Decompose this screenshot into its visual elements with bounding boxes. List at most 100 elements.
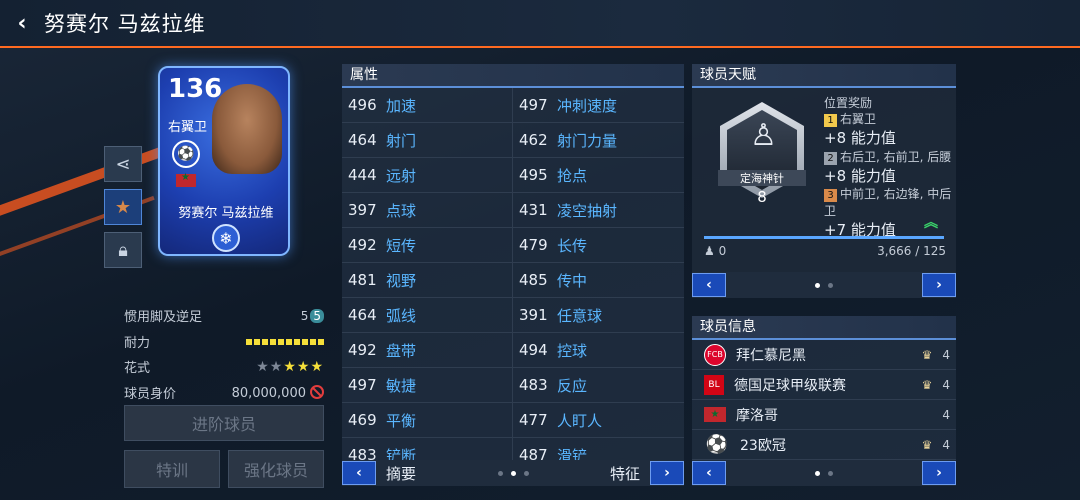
lock-icon: 🔒︎ (118, 239, 128, 261)
value-amount: 80,000,000 (232, 384, 324, 401)
attribute-cell: 477 人盯人 (513, 403, 684, 437)
foot-left-value: 5 (300, 308, 309, 323)
favorite-button[interactable]: ★ (104, 189, 142, 225)
attribute-row: 469 平衡 477 人盯人 (342, 403, 684, 438)
attribute-name: 任意球 (557, 306, 603, 325)
attribute-value: 397 (348, 201, 377, 219)
league-row[interactable]: BL 德国足球甲级联赛 ♛ 4 (692, 370, 956, 400)
club-row[interactable]: FCB 拜仁慕尼黑 ♛ 4 (692, 340, 956, 370)
crown-icon: ♛ (921, 437, 933, 452)
season-name: 23欧冠 (740, 437, 786, 454)
talent-panel: ♙ 定海神针 8 位置奖励 1 右翼卫 +8 能力值 2 右后卫, 右前卫, 后腰 … (692, 88, 956, 272)
back-button[interactable]: ‹ (0, 0, 44, 47)
enhance-player-button[interactable]: 强化球员 (228, 450, 324, 488)
attribute-cell: 444 远射 (342, 158, 513, 192)
attribute-row: 492 短传 479 长传 (342, 228, 684, 263)
page-dot (497, 470, 503, 476)
progress-left-value: 0 (718, 244, 727, 258)
bonus-value: +8 能力值 (824, 167, 896, 185)
club-count: 4 (942, 347, 950, 362)
attribute-name: 传中 (557, 271, 588, 290)
attribute-name: 冲刺速度 (557, 96, 618, 115)
attribute-value: 444 (348, 166, 377, 184)
attributes-prev-button[interactable]: ‹ (342, 461, 376, 485)
attribute-cell: 495 抢点 (513, 158, 684, 192)
talent-prev-button[interactable]: ‹ (692, 273, 726, 297)
attribute-value: 497 (519, 96, 548, 114)
foot-right-value: 5 (310, 308, 324, 323)
attribute-value: 462 (519, 131, 548, 149)
position-bonus-title: 位置奖励 (824, 96, 873, 110)
morocco-flag-icon: ★ (704, 407, 726, 422)
traits-tab[interactable]: 特征 (610, 463, 640, 484)
attribute-cell: 481 视野 (342, 263, 513, 297)
attribute-name: 人盯人 (557, 411, 603, 430)
info-next-button[interactable]: › (922, 461, 956, 485)
season-right: ♛ 4 (922, 438, 950, 452)
bundesliga-icon: BL (704, 374, 724, 395)
attribute-value: 391 (519, 306, 548, 324)
summary-tab[interactable]: 摘要 (386, 463, 416, 484)
share-button[interactable]: ⋖ (104, 146, 142, 182)
attribute-row: 464 射门 462 射门力量 (342, 123, 684, 158)
nation-right: 4 (942, 408, 950, 422)
top-bar: ‹ 努赛尔 马兹拉维 (0, 0, 1080, 48)
attribute-name: 凌空抽射 (557, 201, 618, 220)
attribute-value: 483 (519, 376, 548, 394)
attribute-row: 444 远射 495 抢点 (342, 158, 684, 193)
attribute-row: 397 点球 431 凌空抽射 (342, 193, 684, 228)
bonus-positions: 右翼卫 (840, 112, 877, 126)
info-prev-button[interactable]: ‹ (692, 461, 726, 485)
attribute-name: 短传 (386, 236, 417, 255)
page-dot (815, 282, 820, 288)
talent-pager: ‹ › (692, 272, 956, 298)
attribute-cell: 497 冲刺速度 (513, 88, 684, 122)
attribute-value: 485 (519, 271, 548, 289)
attributes-header: 属性 (342, 64, 684, 88)
talent-next-button[interactable]: › (922, 273, 956, 297)
season-row[interactable]: ⚽ 23欧冠 ♛ 4 (692, 430, 956, 460)
attributes-pager: ‹ 摘要 特征 › (342, 460, 684, 486)
nation-row[interactable]: ★ 摩洛哥 4 (692, 400, 956, 430)
chevron-right-icon: › (664, 465, 670, 481)
lock-button[interactable]: 🔒︎ (104, 232, 142, 268)
back-arrow-icon: ‹ (17, 10, 27, 36)
attribute-cell: 397 点球 (342, 193, 513, 227)
page-dot (523, 470, 529, 476)
attribute-name: 远射 (386, 166, 417, 185)
league-name: 德国足球甲级联赛 (734, 377, 846, 394)
talent-badge-level: 8 (757, 188, 767, 206)
attribute-row: 481 视野 485 传中 (342, 263, 684, 298)
player-value-row: 球员身价 80,000,000 (124, 383, 324, 402)
value-label: 球员身价 (124, 387, 177, 402)
attribute-cell: 483 反应 (513, 368, 684, 402)
chevron-left-icon: ‹ (706, 465, 712, 481)
page-dots (811, 282, 837, 288)
level-up-icon: ︽ (924, 215, 938, 231)
attribute-cell: 494 控球 (513, 333, 684, 367)
bonus-rank: 1 (824, 114, 837, 127)
skill-label: 花式 (124, 361, 151, 376)
card-player-name: 努赛尔 马兹拉维 (178, 206, 274, 221)
nation-name: 摩洛哥 (736, 407, 778, 424)
attribute-cell: 464 弧线 (342, 298, 513, 332)
attributes-next-button[interactable]: › (650, 461, 684, 485)
upgrade-player-button[interactable]: 进阶球员 (124, 405, 324, 441)
train-button[interactable]: 特训 (124, 450, 220, 488)
attribute-value: 492 (348, 341, 377, 359)
foot-label: 惯用脚及逆足 (124, 310, 203, 325)
league-right: ♛ 4 (922, 378, 950, 392)
champions-league-icon: ⚽ (172, 140, 200, 168)
attribute-value: 497 (348, 376, 377, 394)
attribute-row: 497 敏捷 483 反应 (342, 368, 684, 403)
attribute-name: 射门 (386, 131, 417, 150)
player-info-header: 球员信息 (692, 316, 956, 340)
attribute-value: 431 (519, 201, 548, 219)
bonus-rank: 2 (824, 152, 837, 165)
attribute-value: 469 (348, 411, 377, 429)
attribute-cell: 469 平衡 (342, 403, 513, 437)
page-dots (811, 470, 837, 476)
attribute-cell: 464 射门 (342, 123, 513, 157)
attribute-name: 抢点 (557, 166, 588, 185)
attribute-cell: 462 射门力量 (513, 123, 684, 157)
